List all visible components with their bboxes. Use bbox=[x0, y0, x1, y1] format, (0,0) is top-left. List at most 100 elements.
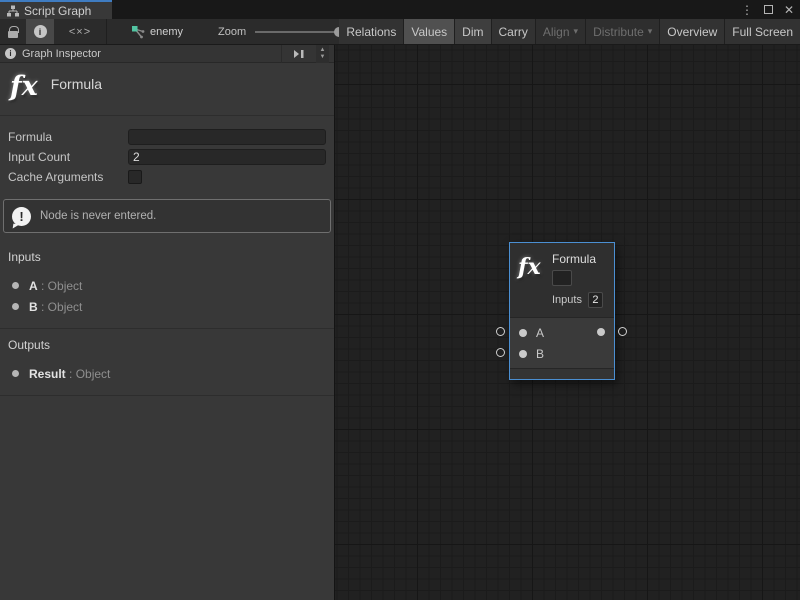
input-port-b[interactable] bbox=[519, 350, 527, 358]
connection-indicator-a[interactable] bbox=[496, 327, 505, 336]
cache-arguments-field-row: Cache Arguments bbox=[8, 167, 326, 187]
relations-button[interactable]: Relations bbox=[339, 19, 403, 44]
lock-icon bbox=[8, 31, 18, 38]
chevron-down-icon: ▾ bbox=[574, 26, 579, 37]
port-dot-icon bbox=[12, 303, 19, 310]
carry-button[interactable]: Carry bbox=[492, 19, 535, 44]
port-dot-icon bbox=[12, 282, 19, 289]
node-formula-input[interactable] bbox=[552, 270, 572, 286]
code-view-button[interactable]: <×> bbox=[54, 19, 106, 44]
graph-toolbar: i <×> enemy Zoom 1x bbox=[0, 19, 800, 45]
lock-button[interactable] bbox=[0, 19, 26, 44]
node-inputs-row: Inputs 2 bbox=[552, 292, 603, 308]
port-a-label: A bbox=[536, 326, 544, 340]
node-inputs-count-input[interactable]: 2 bbox=[588, 292, 603, 308]
full-screen-label: Full Screen bbox=[732, 25, 793, 39]
dock-right-icon bbox=[293, 49, 305, 59]
connection-indicator-result[interactable] bbox=[618, 327, 627, 336]
distribute-label: Distribute bbox=[593, 25, 644, 39]
align-button[interactable]: Align ▾ bbox=[536, 19, 585, 44]
cache-arguments-label: Cache Arguments bbox=[8, 170, 128, 184]
tab-label: Script Graph bbox=[24, 4, 91, 18]
window-controls: ⋮ ✕ bbox=[741, 0, 794, 19]
input-name: A bbox=[29, 279, 38, 293]
outputs-header: Outputs bbox=[8, 338, 326, 352]
graph-icon bbox=[131, 25, 145, 39]
dim-button[interactable]: Dim bbox=[455, 19, 490, 44]
warning-box: ! Node is never entered. bbox=[3, 199, 331, 233]
formula-node-header: fx Formula Inputs 2 bbox=[510, 243, 614, 317]
overview-button[interactable]: Overview bbox=[660, 19, 724, 44]
tab-bar: Script Graph ⋮ ✕ bbox=[0, 0, 800, 19]
output-type: : Object bbox=[69, 367, 110, 381]
node-title: Formula bbox=[552, 252, 603, 266]
zoom-slider[interactable] bbox=[255, 31, 341, 33]
inputs-section: Inputs A : Object B : Object bbox=[0, 241, 334, 329]
script-graph-window: Script Graph ⋮ ✕ i <×> bbox=[0, 0, 800, 600]
full-screen-button[interactable]: Full Screen bbox=[725, 19, 800, 44]
graph-canvas[interactable]: fx Formula Inputs 2 A bbox=[335, 45, 800, 600]
toolbar-left-group: i <×> enemy bbox=[0, 19, 193, 44]
toolbar-right-group: Relations Values Dim Carry Align ▾ Distr… bbox=[339, 19, 800, 44]
info-icon: i bbox=[34, 25, 47, 38]
inspector-fields: Formula Input Count Cache Arguments bbox=[0, 116, 334, 192]
cache-arguments-checkbox[interactable] bbox=[128, 170, 142, 184]
scroll-down-icon[interactable]: ▼ bbox=[320, 54, 326, 61]
toolbar-separator bbox=[106, 19, 107, 44]
dim-label: Dim bbox=[462, 25, 483, 39]
connection-indicator-b[interactable] bbox=[496, 348, 505, 357]
warning-text: Node is never entered. bbox=[40, 210, 156, 222]
zoom-label: Zoom bbox=[218, 26, 246, 38]
output-row-result: Result : Object bbox=[8, 363, 326, 384]
node-inputs-label: Inputs bbox=[552, 294, 582, 306]
inspector-toggle-button[interactable]: i bbox=[26, 19, 54, 44]
port-row-b: B bbox=[510, 343, 614, 364]
node-ports: A B bbox=[510, 317, 614, 368]
breadcrumb-graph-name: enemy bbox=[150, 26, 183, 38]
fx-icon: fx bbox=[10, 72, 38, 102]
inspector-header-title: Graph Inspector bbox=[22, 48, 101, 60]
formula-node[interactable]: fx Formula Inputs 2 A bbox=[509, 242, 615, 380]
carry-label: Carry bbox=[499, 25, 528, 39]
values-label: Values bbox=[411, 25, 447, 39]
formula-field-row: Formula bbox=[8, 127, 326, 147]
breadcrumb[interactable]: enemy bbox=[121, 19, 193, 44]
port-dot-icon bbox=[12, 370, 19, 377]
formula-input[interactable] bbox=[128, 129, 326, 145]
header-separator bbox=[281, 45, 282, 63]
input-row-b: B : Object bbox=[8, 296, 326, 317]
inputs-header: Inputs bbox=[8, 250, 326, 264]
tab-script-graph[interactable]: Script Graph bbox=[0, 0, 112, 19]
fx-icon: fx bbox=[518, 254, 541, 280]
code-icon: <×> bbox=[69, 26, 91, 38]
input-name: B bbox=[29, 300, 38, 314]
overview-label: Overview bbox=[667, 25, 717, 39]
relations-label: Relations bbox=[346, 25, 396, 39]
maximize-icon[interactable] bbox=[764, 5, 773, 14]
values-button[interactable]: Values bbox=[404, 19, 454, 44]
distribute-button[interactable]: Distribute ▾ bbox=[586, 19, 659, 44]
inspector-header: i Graph Inspector ▲ ▼ bbox=[0, 45, 334, 63]
input-count-input[interactable] bbox=[128, 149, 326, 165]
scroll-up-icon[interactable]: ▲ bbox=[320, 47, 326, 54]
input-count-label: Input Count bbox=[8, 150, 128, 164]
close-icon[interactable]: ✕ bbox=[784, 3, 794, 17]
outputs-section: Outputs Result : Object bbox=[0, 329, 334, 396]
window-menu-icon[interactable]: ⋮ bbox=[741, 3, 753, 17]
warning-icon: ! bbox=[12, 207, 31, 226]
input-row-a: A : Object bbox=[8, 275, 326, 296]
dock-panel-button[interactable] bbox=[288, 46, 310, 62]
node-footer bbox=[510, 368, 614, 379]
graph-inspector-panel: i Graph Inspector ▲ ▼ fx Formula Formula bbox=[0, 45, 335, 600]
port-row-a: A bbox=[510, 322, 614, 343]
inspector-node-title-block: fx Formula bbox=[0, 63, 334, 116]
chevron-down-icon: ▾ bbox=[648, 26, 653, 37]
output-port-result[interactable] bbox=[597, 328, 605, 336]
input-port-a[interactable] bbox=[519, 329, 527, 337]
panel-scroll-steppers: ▲ ▼ bbox=[316, 45, 329, 63]
info-icon: i bbox=[5, 48, 16, 59]
input-type: : Object bbox=[41, 279, 82, 293]
input-type: : Object bbox=[41, 300, 82, 314]
hierarchy-icon bbox=[7, 5, 19, 17]
port-b-label: B bbox=[536, 347, 544, 361]
